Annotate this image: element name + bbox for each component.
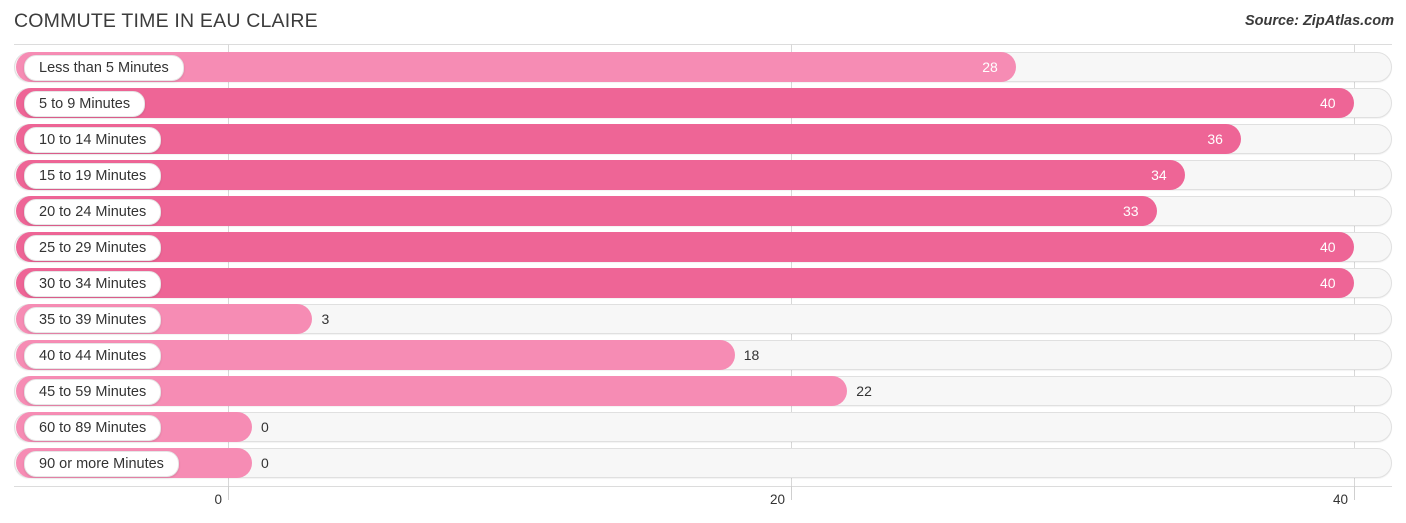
bar-value-label: 40: [1320, 275, 1336, 291]
bar-row[interactable]: 15 to 19 Minutes 34: [14, 160, 1392, 190]
bar-fill[interactable]: [16, 160, 1186, 190]
bar-value-label: 36: [1207, 131, 1223, 147]
bar-category-label: 45 to 59 Minutes: [24, 379, 162, 405]
bar-category-label: 15 to 19 Minutes: [24, 163, 162, 189]
axis-tick-label: 0: [214, 492, 222, 507]
axis-tick-mark: [1354, 486, 1355, 500]
bar-category-label: 10 to 14 Minutes: [24, 127, 162, 153]
bar-category-label: 35 to 39 Minutes: [24, 307, 162, 333]
bar-category-label: 60 to 89 Minutes: [24, 415, 162, 441]
bar-value-label: 18: [743, 347, 760, 363]
bar-category-label: 5 to 9 Minutes: [24, 91, 146, 117]
bar-value-label: 34: [1151, 167, 1167, 183]
bar-fill[interactable]: [16, 124, 1242, 154]
page-title: COMMUTE TIME IN EAU CLAIRE: [14, 10, 318, 32]
bar-fill[interactable]: [16, 268, 1354, 298]
bar-row[interactable]: 35 to 39 Minutes 3: [14, 304, 1392, 334]
bar-value-label: 28: [982, 59, 998, 75]
x-axis: 0 20 40: [0, 486, 1406, 523]
axis-tick-mark: [791, 486, 792, 500]
axis-tick-label: 40: [1332, 492, 1348, 507]
bar-rows: Less than 5 Minutes 28 5 to 9 Minutes 40 10 …: [0, 44, 1406, 486]
bar-row[interactable]: 5 to 9 Minutes 40: [14, 88, 1392, 118]
bar-row[interactable]: 25 to 29 Minutes 40: [14, 232, 1392, 262]
source-attribution: Source: ZipAtlas.com: [1244, 13, 1394, 29]
bar-category-label: 90 or more Minutes: [24, 451, 179, 477]
bar-category-label: 30 to 34 Minutes: [24, 271, 162, 297]
bar-fill[interactable]: [16, 232, 1354, 262]
bar-value-label: 22: [856, 383, 872, 399]
bar-row[interactable]: 60 to 89 Minutes 0: [14, 412, 1392, 442]
bar-row[interactable]: 40 to 44 Minutes 18: [14, 340, 1392, 370]
bar-value-label: 40: [1320, 239, 1336, 255]
bar-category-label: 25 to 29 Minutes: [24, 235, 162, 261]
bar-row[interactable]: 30 to 34 Minutes 40: [14, 268, 1392, 298]
bar-category-label: 40 to 44 Minutes: [24, 343, 162, 369]
bar-row[interactable]: 90 or more Minutes 0: [14, 448, 1392, 478]
axis-rule: [14, 486, 1392, 487]
bar-value-label: 3: [321, 311, 330, 327]
axis-tick-label: 20: [769, 492, 785, 507]
bar-fill[interactable]: [16, 196, 1157, 226]
bar-row[interactable]: Less than 5 Minutes 28: [14, 52, 1392, 82]
axis-tick-mark: [228, 486, 229, 500]
bar-fill[interactable]: [16, 88, 1354, 118]
chart-plot-area: Less than 5 Minutes 28 5 to 9 Minutes 40 10 …: [0, 44, 1406, 486]
bar-value-label: 33: [1122, 203, 1139, 219]
bar-value-label: 0: [261, 419, 269, 435]
chart-header: COMMUTE TIME IN EAU CLAIRE Source: ZipAt…: [0, 0, 1406, 44]
bar-value-label: 40: [1320, 95, 1336, 111]
bar-row[interactable]: 20 to 24 Minutes 33: [14, 196, 1392, 226]
bar-category-label: 20 to 24 Minutes: [24, 199, 162, 225]
bar-row[interactable]: 10 to 14 Minutes 36: [14, 124, 1392, 154]
bar-category-label: Less than 5 Minutes: [24, 55, 184, 81]
bar-row[interactable]: 45 to 59 Minutes 22: [14, 376, 1392, 406]
bar-value-label: 0: [261, 455, 269, 471]
